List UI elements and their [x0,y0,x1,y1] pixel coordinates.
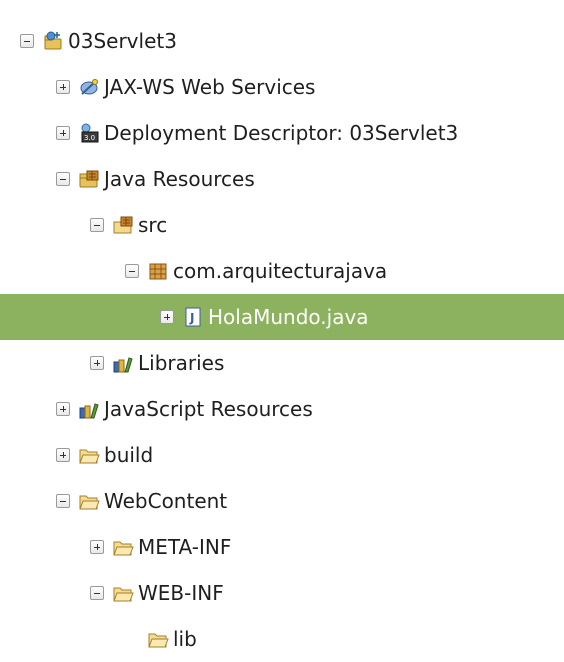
tree-item-libraries[interactable]: Libraries [0,340,564,386]
java-file-icon: J [182,306,204,328]
collapse-toggle[interactable] [56,494,70,508]
tree-item-label: WEB-INF [138,581,224,605]
tree-item-meta-inf[interactable]: META-INF [0,524,564,570]
folder-icon [112,536,134,558]
tree-item-label: WebContent [104,489,228,513]
deployment-descriptor-icon: 3.0 [78,122,100,144]
tree-item-javascript-resources[interactable]: JavaScript Resources [0,386,564,432]
tree-item-lib[interactable]: lib [0,616,564,662]
tree-item-label: JAX-WS Web Services [104,75,316,99]
expand-toggle[interactable] [56,80,70,94]
expand-toggle[interactable] [56,126,70,140]
tree-item-label: META-INF [138,535,232,559]
java-resources-icon [78,168,100,190]
tree-item-webcontent[interactable]: WebContent [0,478,564,524]
expand-toggle[interactable] [90,356,104,370]
folder-icon [112,582,134,604]
svg-text:3.0: 3.0 [84,134,95,142]
svg-text:J: J [189,311,194,325]
tree-item-label: Libraries [138,351,225,375]
collapse-toggle[interactable] [56,172,70,186]
tree-item-label: HolaMundo.java [208,305,369,329]
tree-item-build[interactable]: build [0,432,564,478]
expand-toggle[interactable] [56,448,70,462]
folder-icon [78,490,100,512]
tree-item-label: Deployment Descriptor: 03Servlet3 [104,121,459,145]
collapse-toggle[interactable] [125,264,139,278]
tree-item-deployment-descriptor[interactable]: 3.0 Deployment Descriptor: 03Servlet3 [0,110,564,156]
tree-item-holamundo-java[interactable]: J HolaMundo.java [0,294,564,340]
tree-item-label: Java Resources [104,167,255,191]
tree-item-label: lib [173,627,197,651]
tree-item-com-arquitecturajava[interactable]: com.arquitecturajava [0,248,564,294]
tree-item-jax-ws-web-services[interactable]: JAX-WS Web Services [0,64,564,110]
expand-toggle[interactable] [90,540,104,554]
collapse-toggle[interactable] [90,586,104,600]
folder-icon [78,444,100,466]
expand-toggle[interactable] [160,310,174,324]
libraries-icon [112,352,134,374]
tree-item-03servlet3[interactable]: 03Servlet3 [0,18,564,64]
tree-item-label: JavaScript Resources [104,397,313,421]
tree-item-label: com.arquitecturajava [173,259,388,283]
web-project-icon [42,30,64,52]
tree-item-java-resources[interactable]: Java Resources [0,156,564,202]
project-explorer-tree: 03Servlet3 JAX-WS Web Services 3.0 Deplo… [0,0,564,649]
package-icon [147,260,169,282]
collapse-toggle[interactable] [20,34,34,48]
tree-item-label: src [138,213,168,237]
expand-toggle[interactable] [56,402,70,416]
source-folder-icon [112,214,134,236]
web-services-icon [78,76,100,98]
libraries-icon [78,398,100,420]
tree-item-src[interactable]: src [0,202,564,248]
tree-item-label: 03Servlet3 [68,29,177,53]
tree-item-label: build [104,443,154,467]
collapse-toggle[interactable] [90,218,104,232]
tree-item-web-inf[interactable]: WEB-INF [0,570,564,616]
